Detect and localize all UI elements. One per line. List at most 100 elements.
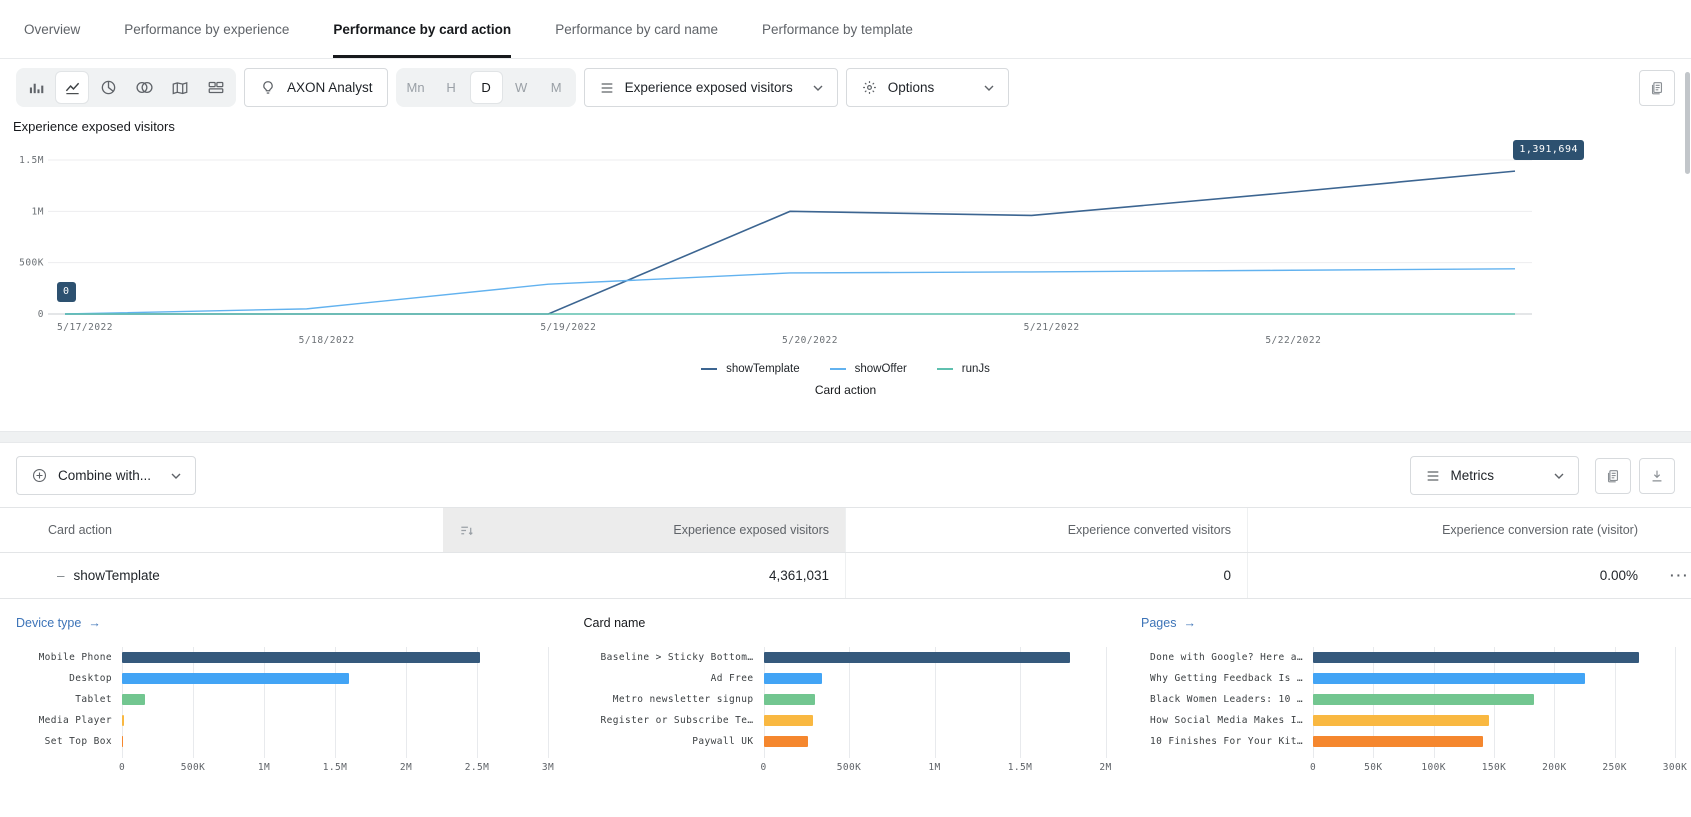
- bar: [122, 652, 480, 663]
- arrow-right-icon: →: [88, 616, 101, 630]
- bar-row: [122, 668, 548, 689]
- tab-performance-by-template[interactable]: Performance by template: [762, 0, 913, 58]
- cell-conversion-rate: 0.00%: [1247, 553, 1654, 598]
- bar-label: Why Getting Feedback Is …: [1141, 668, 1313, 689]
- axis-tick-label: 1M: [258, 762, 270, 773]
- options-dropdown[interactable]: Options: [846, 68, 1010, 107]
- pages-link[interactable]: Pages →: [1141, 615, 1675, 631]
- list-icon: [1425, 468, 1441, 484]
- granularity-m[interactable]: M: [540, 71, 573, 104]
- x-tick-label: 5/22/2022: [1265, 335, 1321, 346]
- mini-charts-section: Device type → Mobile PhoneDesktopTabletM…: [0, 615, 1691, 778]
- legend-dash: [937, 368, 953, 370]
- options-label: Options: [888, 80, 935, 95]
- bar-row: [122, 710, 548, 731]
- cell-converted-visitors: 0: [845, 553, 1247, 598]
- axon-analyst-label: AXON Analyst: [287, 80, 373, 95]
- column-header-exposed-visitors[interactable]: Experience exposed visitors: [443, 508, 845, 552]
- tab-performance-by-experience[interactable]: Performance by experience: [124, 0, 289, 58]
- metric-selector-label: Experience exposed visitors: [625, 80, 793, 95]
- row-collapse-toggle[interactable]: –: [57, 568, 65, 583]
- column-header-card-action[interactable]: Card action: [0, 508, 443, 552]
- pie-chart-button[interactable]: [91, 71, 125, 104]
- bar: [1313, 673, 1585, 684]
- chart-toolbar: AXON Analyst MnHDWM Experience exposed v…: [0, 59, 1691, 107]
- bar-row: [1313, 647, 1675, 668]
- device-type-link[interactable]: Device type →: [16, 615, 548, 631]
- gridline: [1106, 647, 1107, 758]
- row-menu-button[interactable]: ···: [1654, 553, 1691, 598]
- axis-tick-label: 250K: [1602, 762, 1626, 773]
- bar-row: [1313, 668, 1675, 689]
- axon-analyst-button[interactable]: AXON Analyst: [244, 68, 388, 107]
- column-header-converted-visitors[interactable]: Experience converted visitors: [845, 508, 1247, 552]
- list-icon: [599, 80, 615, 96]
- line-chart-svg: 0500K1M1.5M5/17/20225/18/20225/19/20225/…: [13, 146, 1675, 350]
- column-header-conversion-rate[interactable]: Experience conversion rate (visitor): [1247, 508, 1654, 552]
- column-header-label: Experience exposed visitors: [673, 523, 829, 537]
- granularity-d[interactable]: D: [470, 71, 503, 104]
- device-type-title: Device type: [16, 616, 81, 630]
- legend-dash: [830, 368, 846, 370]
- y-tick-label: 0: [38, 309, 44, 320]
- metrics-dropdown[interactable]: Metrics: [1410, 456, 1580, 495]
- x-tick-label: 5/21/2022: [1024, 322, 1080, 333]
- bar-row: [764, 647, 1106, 668]
- venn-diagram-button[interactable]: [127, 71, 161, 104]
- performance-table: Card action Experience exposed visitors …: [0, 507, 1691, 599]
- granularity-h[interactable]: H: [435, 71, 468, 104]
- mini-track: [764, 647, 1106, 752]
- bar-chart-button[interactable]: [19, 71, 53, 104]
- line-chart-button[interactable]: [55, 71, 89, 104]
- tab-performance-by-card-name[interactable]: Performance by card name: [555, 0, 718, 58]
- granularity-w[interactable]: W: [505, 71, 538, 104]
- copy-icon: [1649, 80, 1665, 96]
- gridline: [1675, 647, 1676, 758]
- bar-label: Register or Subscribe Te…: [584, 710, 764, 731]
- bar-label: Done with Google? Here a…: [1141, 647, 1313, 668]
- axis-spacer: [1141, 752, 1313, 778]
- copy-report-button[interactable]: [1639, 70, 1675, 106]
- axis-tick-label: 150K: [1482, 762, 1506, 773]
- axis-tick-label: 200K: [1542, 762, 1566, 773]
- granularity-mn[interactable]: Mn: [399, 71, 433, 104]
- bar: [764, 715, 814, 726]
- copy-table-button[interactable]: [1595, 458, 1631, 494]
- sort-descending-icon[interactable]: [459, 523, 474, 538]
- legend-item-runJs[interactable]: runJs: [937, 363, 990, 375]
- tab-overview[interactable]: Overview: [24, 0, 80, 58]
- bar-row: [1313, 689, 1675, 710]
- lightbulb-icon: [259, 79, 277, 97]
- vertical-scrollbar[interactable]: [1685, 72, 1690, 174]
- combine-with-dropdown[interactable]: Combine with...: [16, 456, 196, 495]
- mini-plot: Mobile PhoneDesktopTabletMedia PlayerSet…: [16, 647, 548, 752]
- axis-tick-label: 500K: [181, 762, 205, 773]
- x-tick-label: 5/18/2022: [299, 335, 355, 346]
- bar: [122, 694, 145, 705]
- y-tick-label: 1M: [32, 206, 44, 217]
- card-layout-button[interactable]: [199, 71, 233, 104]
- bar-row: [764, 710, 1106, 731]
- x-axis-title: Card action: [0, 383, 1691, 397]
- bar: [122, 715, 124, 726]
- metric-selector-dropdown[interactable]: Experience exposed visitors: [584, 68, 838, 107]
- mini-plot: Done with Google? Here a…Why Getting Fee…: [1141, 647, 1675, 752]
- bar-label: Metro newsletter signup: [584, 689, 764, 710]
- table-toolbar: Combine with... Metrics: [0, 443, 1691, 507]
- card-name-chart: Card name Baseline > Sticky Bottom…Ad Fr…: [584, 615, 1106, 778]
- plus-circle-icon: [31, 467, 48, 484]
- bar-row: [764, 668, 1106, 689]
- axis-tick-label: 1M: [928, 762, 940, 773]
- download-button[interactable]: [1639, 458, 1675, 494]
- legend-item-showTemplate[interactable]: showTemplate: [701, 363, 800, 375]
- mini-labels: Baseline > Sticky Bottom…Ad FreeMetro ne…: [584, 647, 764, 752]
- chevron-down-icon: [984, 85, 994, 91]
- mini-plot: Baseline > Sticky Bottom…Ad FreeMetro ne…: [584, 647, 1106, 752]
- map-button[interactable]: [163, 71, 197, 104]
- section-divider: [0, 431, 1691, 443]
- chevron-down-icon: [813, 85, 823, 91]
- axis-tick-label: 2M: [400, 762, 412, 773]
- legend-item-showOffer[interactable]: showOffer: [830, 363, 907, 375]
- bar-label: Black Women Leaders: 10 …: [1141, 689, 1313, 710]
- tab-performance-by-card-action[interactable]: Performance by card action: [333, 0, 511, 58]
